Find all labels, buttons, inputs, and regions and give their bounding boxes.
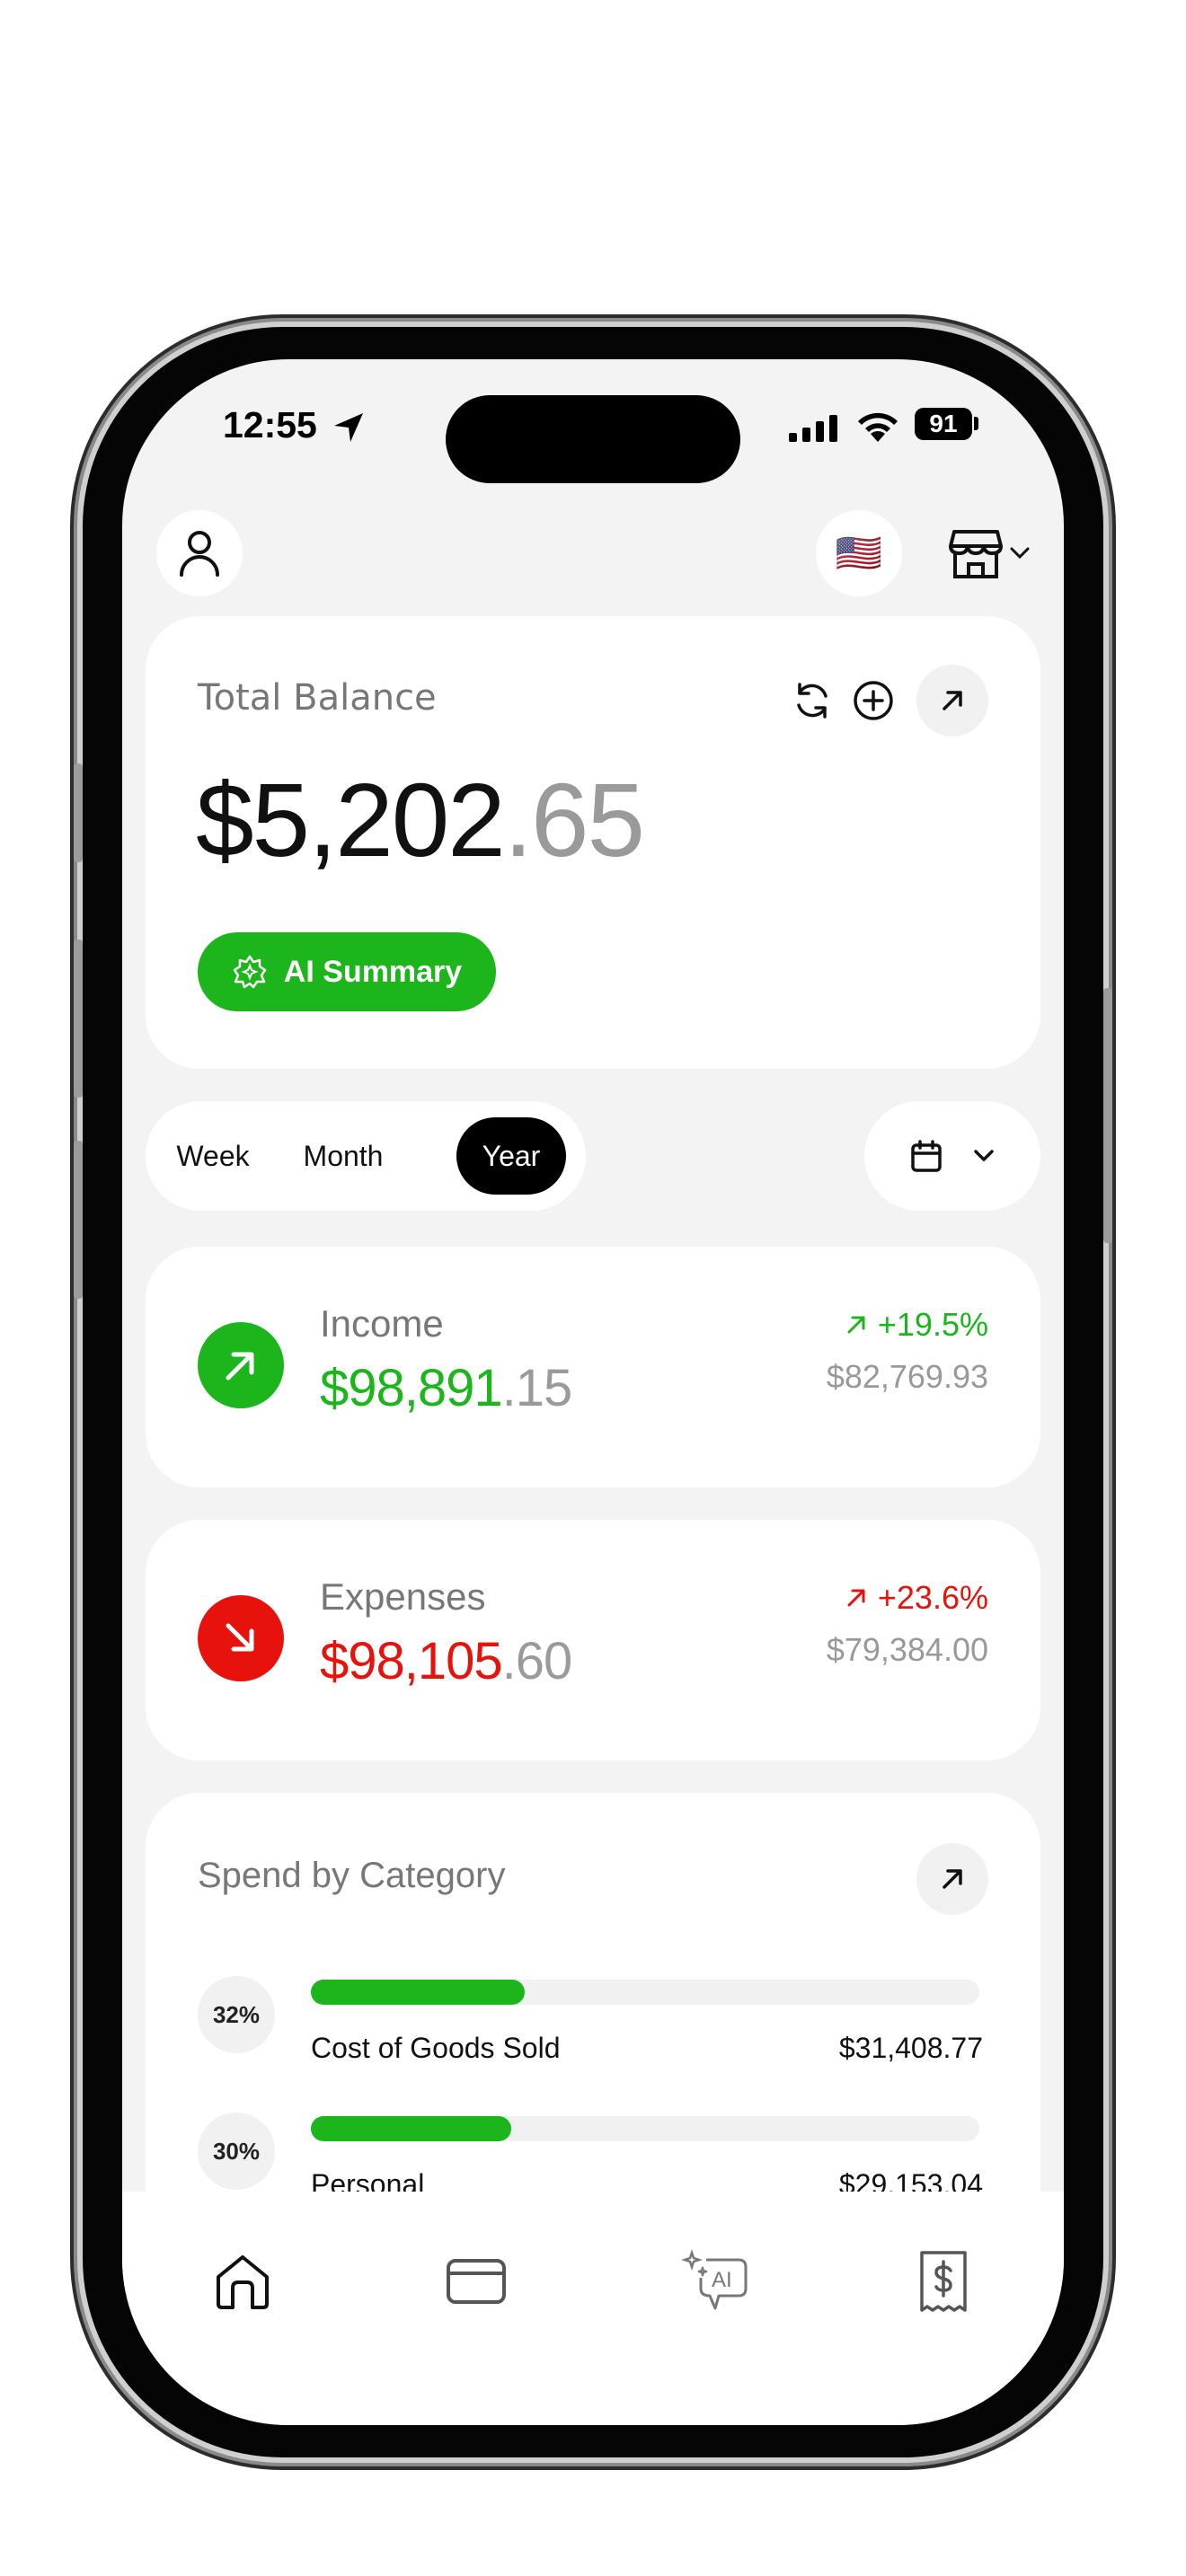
- currency-flag-button[interactable]: 🇺🇸: [816, 510, 902, 596]
- add-button[interactable]: [850, 677, 897, 724]
- income-amount: $98,891.15: [320, 1358, 573, 1418]
- sparkle-badge-icon: [233, 955, 267, 989]
- category-percent-badge: 30%: [198, 2113, 275, 2190]
- power-button: [1103, 988, 1112, 1243]
- refresh-icon: [797, 683, 828, 719]
- income-change: +19.5%: [845, 1306, 988, 1344]
- category-progress-fill: [311, 1980, 526, 2005]
- category-progress-track: [311, 2116, 979, 2141]
- dynamic-island: [446, 395, 740, 483]
- expenses-change: +23.6%: [845, 1579, 988, 1617]
- income-label: Income: [320, 1302, 444, 1345]
- home-icon: [217, 2255, 269, 2309]
- volume-down-button: [74, 1141, 83, 1299]
- open-balance-button[interactable]: [916, 665, 988, 737]
- wifi-icon: [858, 412, 898, 442]
- arrow-up-right-icon: [943, 1869, 962, 1889]
- ai-summary-button[interactable]: AI Summary: [198, 932, 496, 1011]
- cellular-signal-icon: [789, 415, 837, 442]
- date-range-button[interactable]: [864, 1101, 1040, 1211]
- income-amount-whole: $98,891: [320, 1359, 503, 1417]
- income-icon-circle: [198, 1322, 284, 1408]
- arrow-down-right-icon: [226, 1623, 254, 1652]
- user-icon: [180, 531, 219, 577]
- category-progress-track: [311, 1980, 979, 2005]
- tab-ai[interactable]: AI: [674, 2245, 755, 2317]
- store-selector-button[interactable]: [934, 517, 1042, 589]
- ai-chat-icon: AI: [681, 2249, 748, 2310]
- expenses-previous: $79,384.00: [826, 1631, 988, 1668]
- arrow-up-right-icon: [226, 1352, 254, 1381]
- plus-circle-icon: [854, 681, 893, 720]
- spend-by-category-title: Spend by Category: [198, 1856, 506, 1895]
- calendar-icon: [911, 1140, 942, 1172]
- trend-up-icon: [847, 1589, 865, 1607]
- open-categories-button[interactable]: [916, 1843, 988, 1915]
- action-button: [74, 763, 83, 862]
- category-name: Cost of Goods Sold: [311, 2032, 561, 2064]
- expenses-amount: $98,105.60: [320, 1631, 573, 1691]
- card-icon: [447, 2259, 506, 2304]
- battery-indicator: 91: [915, 408, 972, 440]
- profile-button[interactable]: [156, 510, 243, 596]
- app-screen: 12:55 91 🇺🇸 Total Balance $5,202.65 AI S…: [122, 359, 1064, 2425]
- total-balance-cents: .65: [503, 762, 645, 878]
- income-amount-cents: .15: [501, 1359, 573, 1417]
- arrow-up-right-icon: [943, 691, 962, 710]
- expenses-card[interactable]: Expenses $98,105.60 +23.6% $79,384.00: [146, 1520, 1040, 1760]
- income-change-value: +19.5%: [877, 1306, 988, 1343]
- total-balance-card: Total Balance $5,202.65 AI Summary: [146, 616, 1040, 1069]
- bottom-tab-bar: AI: [122, 2192, 1064, 2425]
- expenses-icon-circle: [198, 1595, 284, 1681]
- category-amount: $31,408.77: [838, 2032, 983, 2064]
- tab-home[interactable]: [207, 2245, 279, 2317]
- category-percent-badge: 32%: [198, 1976, 275, 2053]
- battery-tip: [974, 417, 978, 430]
- tab-year[interactable]: Year: [456, 1117, 566, 1195]
- expenses-amount-cents: .60: [501, 1632, 573, 1690]
- chevron-down-icon: [1010, 547, 1030, 560]
- period-segmented-control: Week Month Year: [146, 1101, 586, 1211]
- volume-up-button: [74, 940, 83, 1098]
- status-time: 12:55: [223, 404, 317, 446]
- ai-tab-label: AI: [712, 2268, 732, 2292]
- refresh-button[interactable]: [789, 677, 836, 724]
- chevron-down-icon: [974, 1150, 994, 1161]
- expenses-amount-whole: $98,105: [320, 1632, 503, 1690]
- tab-receipts[interactable]: [907, 2245, 979, 2317]
- total-balance-label: Total Balance: [198, 677, 437, 719]
- category-progress-fill: [311, 2116, 512, 2141]
- us-flag-icon: 🇺🇸: [835, 531, 883, 575]
- total-balance-amount: $5,202.65: [196, 760, 645, 880]
- tab-cards[interactable]: [440, 2245, 512, 2317]
- trend-up-icon: [847, 1316, 865, 1334]
- income-card[interactable]: Income $98,891.15 +19.5% $82,769.93: [146, 1247, 1040, 1487]
- receipt-icon: [920, 2251, 967, 2312]
- expenses-change-value: +23.6%: [877, 1579, 988, 1616]
- income-previous: $82,769.93: [826, 1358, 988, 1395]
- tab-week[interactable]: Week: [160, 1117, 266, 1195]
- store-icon: [949, 530, 1003, 578]
- tab-month[interactable]: Month: [279, 1117, 408, 1195]
- total-balance-whole: $5,202: [196, 762, 506, 878]
- location-arrow-icon: [334, 413, 363, 442]
- expenses-label: Expenses: [320, 1575, 486, 1618]
- ai-summary-label: AI Summary: [283, 954, 463, 989]
